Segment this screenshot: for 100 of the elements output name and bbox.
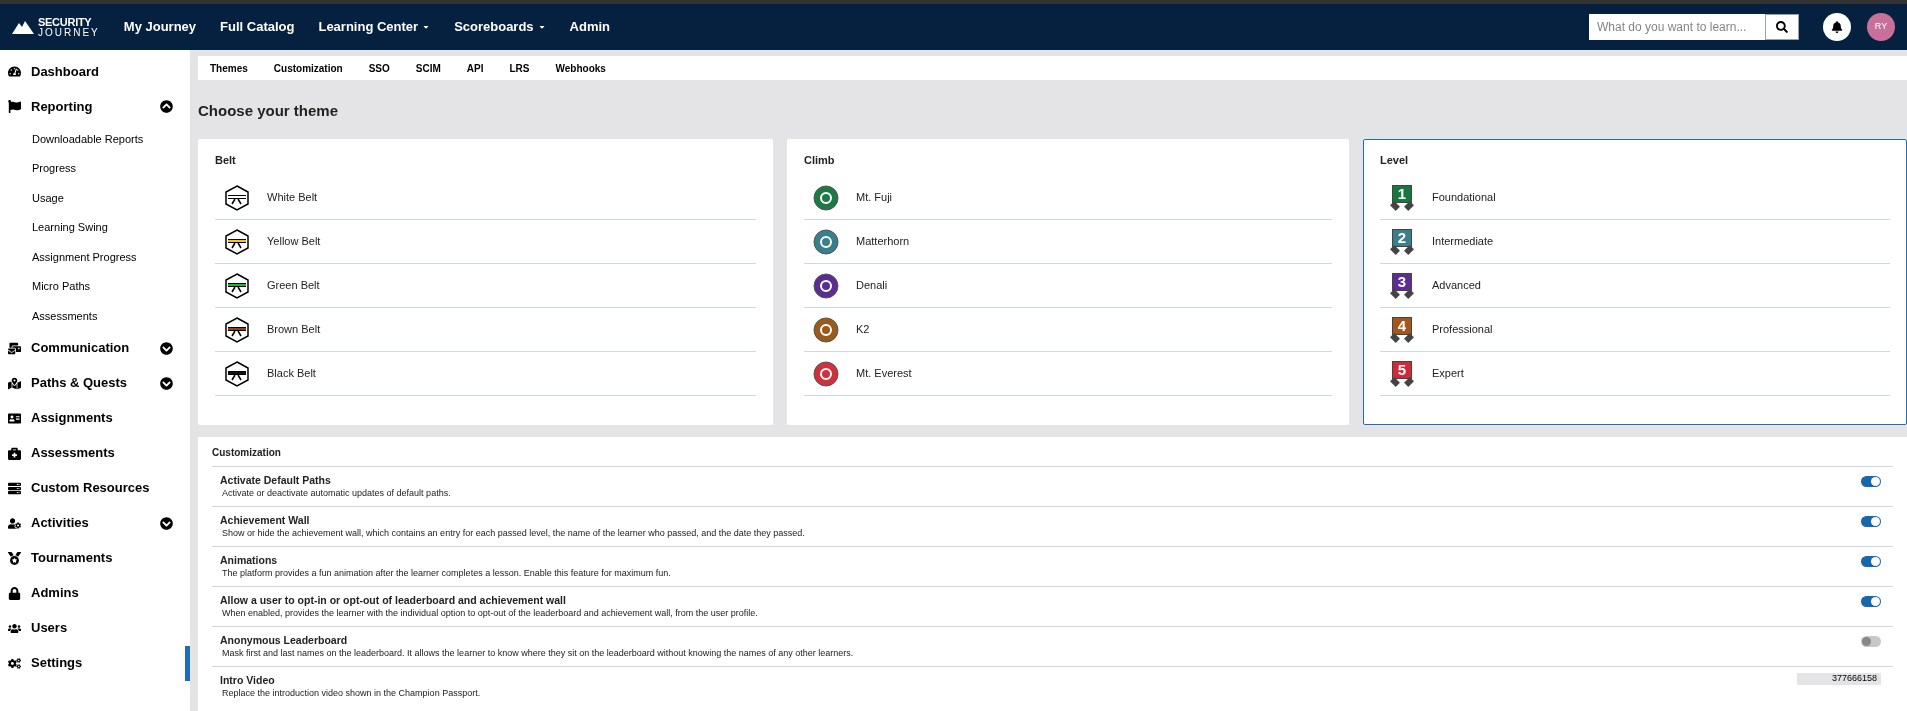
briefcase-icon	[8, 446, 21, 460]
sidebar-subitem[interactable]: Downloadable Reports	[0, 124, 190, 154]
chevron-down-icon[interactable]	[160, 376, 173, 390]
toggle-switch[interactable]	[1861, 636, 1881, 647]
sidebar-label: Tournaments	[31, 549, 114, 568]
sidebar-subitem[interactable]: Assignment Progress	[0, 242, 190, 272]
theme-option[interactable]: Green Belt	[215, 264, 756, 308]
theme-option[interactable]: 5 Expert	[1380, 352, 1890, 396]
theme-option-label: Expert	[1432, 366, 1464, 382]
sidebar-subitem[interactable]: Learning Swing	[0, 212, 190, 242]
sidebar-subitem[interactable]: Micro Paths	[0, 271, 190, 301]
caret-icon	[422, 23, 431, 31]
sidebar-item[interactable]: Users	[0, 610, 190, 646]
theme-option[interactable]: Mt. Everest	[804, 352, 1332, 396]
theme-option[interactable]: 1 Foundational	[1380, 176, 1890, 220]
theme-card[interactable]: Level 1 Foundational 2 Intermediate 3 Advanced 4 Professional 5 Expert	[1363, 138, 1907, 425]
medal-icon	[8, 551, 21, 565]
theme-option[interactable]: Yellow Belt	[215, 220, 756, 264]
chevron-up-icon[interactable]	[160, 100, 173, 113]
theme-option[interactable]: Denali	[804, 264, 1332, 308]
toggle-switch[interactable]	[1861, 516, 1881, 527]
theme-option[interactable]: 3 Advanced	[1380, 264, 1890, 308]
theme-option[interactable]: Brown Belt	[215, 308, 756, 352]
sidebar-item[interactable]: Assignments	[0, 400, 190, 436]
setting-title: Achievement Wall	[220, 513, 311, 527]
sidebar-item[interactable]: Tournaments	[0, 540, 190, 576]
theme-option-label: Denali	[856, 278, 888, 294]
theme-option-label: Black Belt	[267, 366, 316, 382]
settings-tab[interactable]: Customization	[273, 60, 343, 76]
settings-tab[interactable]: Themes	[210, 60, 248, 76]
sidebar-item[interactable]: Paths & Quests	[0, 365, 190, 401]
search-field[interactable]: What do you want to learn...	[1589, 14, 1765, 40]
theme-option[interactable]: Black Belt	[215, 352, 756, 396]
sidebar-item[interactable]: Admins	[0, 575, 190, 611]
belt-badge-icon	[225, 316, 249, 343]
sidebar-subitem[interactable]: Progress	[0, 153, 190, 183]
theme-card[interactable]: Belt White Belt Yellow Belt Green Belt Brown Belt Black Belt	[198, 138, 773, 425]
nav-link[interactable]: My Journey	[123, 17, 197, 37]
theme-option[interactable]: White Belt	[215, 176, 756, 220]
flag-icon	[8, 100, 21, 113]
theme-option[interactable]: Matterhorn	[804, 220, 1332, 264]
lock-icon	[8, 586, 21, 600]
theme-option[interactable]: 4 Professional	[1380, 308, 1890, 352]
theme-option-label: Brown Belt	[267, 322, 321, 338]
contact-card-icon	[8, 411, 21, 425]
theme-option-label: K2	[856, 322, 870, 338]
sidebar-label: Assessments	[31, 444, 116, 463]
sidebar-subitem[interactable]: Usage	[0, 183, 190, 213]
search-button[interactable]	[1765, 14, 1799, 40]
gears-icon	[8, 656, 21, 670]
sidebar-item[interactable]: Assessments	[0, 435, 190, 471]
video-id-field[interactable]: 377666158	[1797, 673, 1881, 685]
belt-badge-icon	[225, 228, 249, 255]
settings-tab[interactable]: SSO	[368, 60, 390, 76]
settings-tab[interactable]: SCIM	[415, 60, 441, 76]
nav-link[interactable]: Learning Center	[318, 17, 431, 37]
sidebar-label: Reporting	[31, 97, 94, 116]
theme-option[interactable]: 2 Intermediate	[1380, 220, 1890, 264]
bell-icon	[1831, 21, 1843, 33]
sidebar-item[interactable]: Settings	[0, 645, 190, 681]
toggle-switch[interactable]	[1861, 596, 1881, 607]
theme-option[interactable]: K2	[804, 308, 1332, 352]
nav-link[interactable]: Admin	[569, 17, 611, 37]
sidebar-item[interactable]: Activities	[0, 505, 190, 541]
setting-description: Mask first and last names on the leaderboard. It allows the learner to know where they sit on the leaderboard without knowing the names of any other learners.	[221, 647, 855, 660]
nav-link[interactable]: Full Catalog	[220, 17, 295, 37]
sidebar-label: Paths & Quests	[31, 374, 129, 393]
users-icon	[8, 621, 21, 635]
sidebar-label: Communication	[31, 339, 131, 358]
sidebar-item[interactable]: Reporting	[0, 89, 190, 124]
sidebar-item[interactable]: Custom Resources	[0, 470, 190, 506]
settings-tab[interactable]: API	[466, 60, 484, 76]
sidebar-label: Dashboard	[31, 62, 100, 81]
user-gear-icon	[8, 516, 21, 530]
card-title: Level	[1380, 152, 1410, 168]
belt-badge-icon	[225, 360, 249, 387]
theme-card[interactable]: Climb Mt. Fuji Matterhorn Denali K2 Mt. Everest	[787, 138, 1349, 425]
toggle-switch[interactable]	[1861, 476, 1881, 487]
toggle-switch[interactable]	[1861, 556, 1881, 567]
belt-badge-icon	[225, 272, 249, 299]
chevron-down-icon[interactable]	[160, 516, 173, 530]
theme-option[interactable]: Mt. Fuji	[804, 176, 1332, 220]
sidebar-item[interactable]: Dashboard	[0, 54, 190, 89]
theme-option-label: Intermediate	[1432, 234, 1494, 250]
sidebar-label: Settings	[31, 654, 84, 673]
sidebar-label: Custom Resources	[31, 479, 151, 498]
section-title: Customization	[212, 446, 282, 460]
theme-option-label: Green Belt	[267, 278, 320, 294]
sidebar-subitem[interactable]: Assessments	[0, 301, 190, 331]
settings-tab[interactable]: LRS	[509, 60, 530, 76]
settings-tab[interactable]: Webhooks	[555, 60, 606, 76]
search-icon	[1776, 21, 1788, 33]
setting-title: Intro Video	[220, 673, 276, 687]
mountain-logo-icon	[12, 20, 34, 34]
notifications-button[interactable]	[1823, 13, 1851, 41]
sidebar-item[interactable]: Communication	[0, 330, 190, 366]
chevron-down-icon[interactable]	[160, 341, 173, 355]
setting-title: Anonymous Leaderboard	[220, 633, 349, 647]
nav-link[interactable]: Scoreboards	[454, 17, 546, 37]
theme-option-label: Mt. Fuji	[856, 190, 893, 206]
